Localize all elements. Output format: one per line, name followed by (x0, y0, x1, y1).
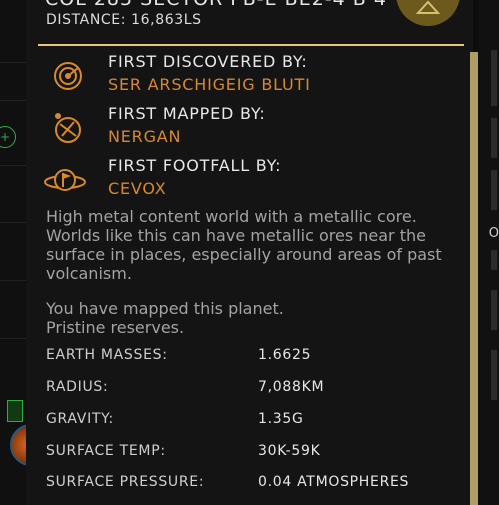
body-description: High metal content world with a metallic… (46, 207, 466, 337)
stat-label: RADIUS: (46, 379, 109, 395)
background-block (491, 118, 497, 158)
background-block (491, 290, 497, 330)
first-discovered-value: SER ARSCHIGEIG BLUTI (108, 75, 311, 94)
scrollbar-thumb[interactable] (470, 52, 478, 505)
footfall-flag-icon (44, 169, 86, 191)
discovery-scan-icon (54, 62, 82, 90)
background-divider (0, 338, 26, 339)
stat-row-earth-masses: EARTH MASSES: 1.6625 (46, 347, 466, 367)
stat-label: EARTH MASSES: (46, 347, 168, 363)
first-footfall-value: CEVOX (108, 179, 167, 198)
distance-label: DISTANCE: (46, 12, 127, 28)
stat-value: 1.6625 (258, 347, 312, 363)
background-block (491, 350, 497, 400)
first-mapped-label: FIRST MAPPED BY: (108, 104, 266, 123)
background-divider (0, 280, 26, 281)
stat-row-surface-pressure: SURFACE PRESSURE: 0.04 ATMOSPHERES (46, 474, 466, 494)
first-mapped-value: NERGAN (108, 127, 182, 146)
stat-row-radius: RADIUS: 7,088KM (46, 379, 466, 399)
faction-logo-icon (416, 0, 440, 14)
background-divider (0, 100, 26, 101)
first-footfall-label: FIRST FOOTFALL BY: (108, 156, 282, 175)
stat-label: SURFACE TEMP: (46, 443, 166, 459)
stat-row-surface-temp: SURFACE TEMP: 30K-59K (46, 443, 466, 463)
mapped-probe-icon (55, 113, 81, 143)
first-discovered-label: FIRST DISCOVERED BY: (108, 52, 308, 71)
background-left-panel: + (0, 0, 52, 505)
background-right-panel: O (479, 0, 499, 505)
background-divider (0, 62, 26, 63)
reserves-note: Pristine reserves. (46, 318, 185, 337)
first-mapped-row: FIRST MAPPED BY: NERGAN (40, 104, 460, 154)
background-divider (0, 222, 26, 223)
first-footfall-row: FIRST FOOTFALL BY: CEVOX (40, 156, 460, 206)
distance-readout: DISTANCE: 16,863LS (46, 12, 202, 28)
distance-value: 16,863LS (131, 12, 202, 28)
background-label: O (488, 226, 499, 241)
stat-value: 1.35G (258, 411, 304, 427)
header-divider (38, 44, 464, 46)
background-block (491, 50, 497, 106)
body-name-title: COL 285 SECTOR PB-E BE2-4 B 4 (45, 0, 387, 10)
stat-value: 7,088KM (258, 379, 325, 395)
add-icon[interactable]: + (0, 126, 16, 148)
stat-row-gravity: GRAVITY: 1.35G (46, 411, 466, 431)
first-discovered-row: FIRST DISCOVERED BY: SER ARSCHIGEIG BLUT… (40, 52, 460, 102)
status-badge (7, 400, 23, 422)
stat-value: 0.04 ATMOSPHERES (258, 474, 410, 490)
mapped-note: You have mapped this planet. (46, 299, 284, 318)
stat-label: GRAVITY: (46, 411, 114, 427)
stat-value: 30K-59K (258, 443, 321, 459)
background-divider (0, 165, 26, 166)
stat-label: SURFACE PRESSURE: (46, 474, 205, 490)
background-block (491, 250, 497, 270)
description-text: High metal content world with a metallic… (46, 207, 442, 283)
background-block (491, 170, 497, 210)
